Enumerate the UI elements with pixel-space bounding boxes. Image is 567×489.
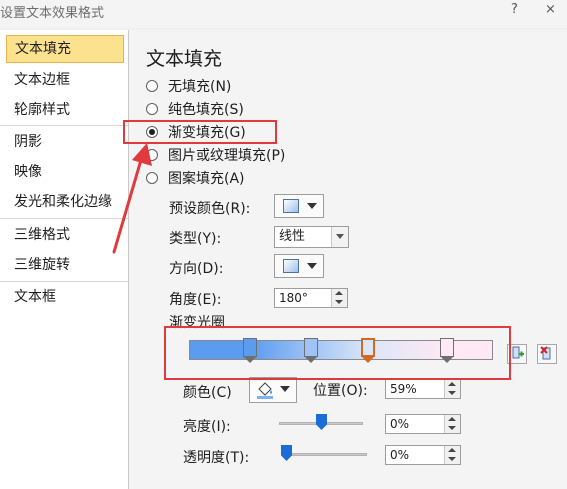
sidebar-item-text-outline[interactable]: 文本边框 [6, 66, 124, 94]
gradient-stop-swatch [303, 338, 318, 357]
gradient-preview-swatch [283, 199, 299, 213]
sidebar-item-text-fill[interactable]: 文本填充 [6, 35, 124, 63]
gradient-stop-pointer [361, 356, 376, 363]
category-sidebar: 文本填充 文本边框 轮廓样式 阴影 映像 发光和柔化边缘 三维格式 三维旋转 文… [0, 30, 129, 489]
radio-button[interactable] [146, 80, 158, 92]
radio-label: 纯色填充(S) [168, 102, 244, 118]
radio-button[interactable] [146, 149, 158, 161]
remove-stop-icon [540, 346, 551, 360]
transparency-value: 0% [390, 448, 410, 462]
sidebar-item-reflection[interactable]: 映像 [6, 158, 124, 186]
radio-label: 无填充(N) [168, 79, 232, 95]
radio-button-selected[interactable] [146, 126, 158, 138]
transparency-slider-thumb[interactable] [281, 445, 292, 461]
type-value: 线性 [279, 229, 306, 244]
spin-down-icon[interactable] [335, 300, 343, 304]
add-stop-icon [512, 346, 524, 359]
transparency-input[interactable]: 0% [385, 445, 461, 465]
radio-label: 图片或纹理填充(P) [168, 148, 286, 164]
spin-down-icon[interactable] [448, 426, 456, 430]
gradient-stop-swatch [440, 338, 455, 357]
position-spinner[interactable] [444, 380, 460, 398]
position-value: 59% [390, 382, 417, 396]
sidebar-item-3d-format[interactable]: 三维格式 [6, 221, 124, 249]
brightness-input[interactable]: 0% [385, 414, 461, 434]
radio-picture-texture-fill[interactable]: 图片或纹理填充(P) [146, 145, 285, 165]
radio-gradient-fill[interactable]: 渐变填充(G) [146, 122, 246, 142]
sidebar-item-glow-soft-edges[interactable]: 发光和柔化边缘 [6, 188, 124, 216]
position-label: 位置(O): [313, 383, 368, 399]
preset-colors-dropdown[interactable] [274, 194, 324, 218]
color-label: 颜色(C) [183, 385, 232, 401]
settings-panel: 文本填充 无填充(N) 纯色填充(S) 渐变填充(G) 图片或纹理填充(P) 图… [129, 30, 567, 489]
transparency-slider-track[interactable] [283, 453, 367, 456]
spin-down-icon[interactable] [448, 391, 456, 395]
gradient-stop-handle[interactable] [361, 338, 376, 364]
radio-pattern-fill[interactable]: 图案填充(A) [146, 168, 245, 188]
type-label: 类型(Y): [169, 231, 222, 247]
gradient-stop-pointer [303, 356, 318, 363]
gradient-stop-handle[interactable] [440, 338, 455, 364]
angle-value: 180° [279, 291, 308, 305]
transparency-label: 透明度(T): [183, 450, 250, 466]
gradient-stop-pointer [440, 356, 455, 363]
color-picker-button[interactable] [249, 377, 297, 403]
angle-label: 角度(E): [169, 292, 222, 308]
add-gradient-stop-button[interactable] [507, 344, 527, 364]
remove-gradient-stop-button[interactable] [537, 344, 557, 364]
brightness-spinner[interactable] [444, 415, 460, 433]
preset-colors-label: 预设颜色(R): [169, 201, 251, 217]
angle-input[interactable]: 180° [274, 288, 348, 308]
sidebar-item-shadow[interactable]: 阴影 [6, 128, 124, 156]
sidebar-item-3d-rotation[interactable]: 三维旋转 [6, 251, 124, 279]
direction-preview-swatch [283, 259, 299, 273]
angle-spinner[interactable] [331, 289, 347, 307]
brightness-value: 0% [390, 417, 410, 431]
spin-up-icon[interactable] [335, 291, 343, 295]
chevron-down-icon [280, 386, 290, 392]
sidebar-item-text-box[interactable]: 文本框 [6, 283, 124, 311]
brightness-slider-thumb[interactable] [316, 414, 327, 430]
direction-label: 方向(D): [169, 261, 224, 277]
chevron-down-icon [331, 227, 348, 247]
paint-bucket-icon [257, 382, 273, 399]
gradient-stop-pointer [242, 356, 257, 363]
position-input[interactable]: 59% [385, 379, 461, 399]
transparency-spinner[interactable] [444, 446, 460, 464]
sidebar-divider [0, 218, 128, 219]
gradient-stops-label: 渐变光圈 [169, 315, 225, 331]
direction-dropdown[interactable] [274, 254, 324, 278]
spin-up-icon[interactable] [448, 417, 456, 421]
radio-no-fill[interactable]: 无填充(N) [146, 76, 231, 96]
sidebar-divider [0, 281, 128, 282]
radio-label: 渐变填充(G) [168, 125, 246, 141]
title-bar: 设置文本效果格式 ? × [0, 0, 567, 28]
chevron-down-icon [307, 263, 317, 269]
chevron-down-icon [307, 203, 317, 209]
radio-label: 图案填充(A) [168, 171, 245, 187]
brightness-label: 亮度(I): [183, 419, 231, 435]
spin-up-icon[interactable] [448, 448, 456, 452]
sidebar-divider [0, 125, 128, 126]
close-button[interactable]: × [545, 2, 556, 17]
gradient-stop-handle[interactable] [303, 338, 318, 364]
panel-heading: 文本填充 [146, 48, 223, 70]
help-button[interactable]: ? [511, 2, 518, 17]
gradient-stop-handle[interactable] [242, 338, 257, 364]
spin-up-icon[interactable] [448, 382, 456, 386]
window-title: 设置文本效果格式 [0, 6, 105, 21]
radio-button[interactable] [146, 172, 158, 184]
gradient-stop-swatch [361, 338, 376, 357]
spin-down-icon[interactable] [448, 457, 456, 461]
radio-button[interactable] [146, 103, 158, 115]
radio-solid-fill[interactable]: 纯色填充(S) [146, 99, 244, 119]
gradient-stop-swatch [242, 338, 257, 357]
sidebar-item-outline-style[interactable]: 轮廓样式 [6, 96, 124, 124]
type-select[interactable]: 线性 [274, 226, 349, 248]
